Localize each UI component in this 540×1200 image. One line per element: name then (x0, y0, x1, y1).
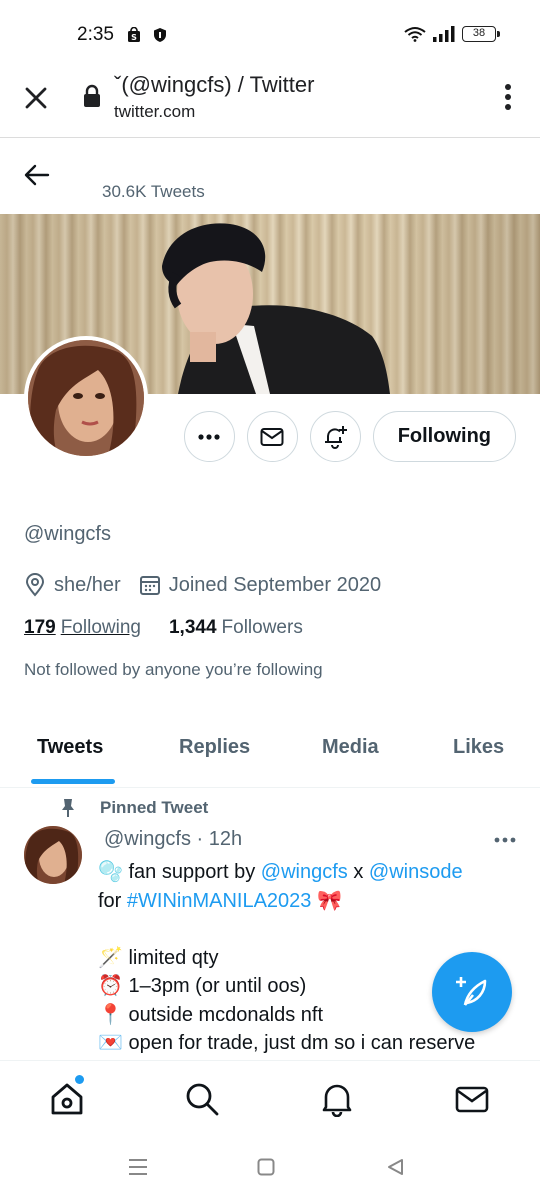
home-square-icon[interactable] (257, 1158, 275, 1176)
status-right: 38 (404, 26, 500, 42)
avatar-image (28, 340, 144, 456)
location-pin-icon (25, 573, 45, 597)
tab-likes[interactable]: Likes (453, 736, 504, 759)
tweet-count: 30.6K Tweets (102, 182, 205, 201)
tweet-more-icon[interactable] (494, 837, 516, 843)
pronouns: she/her (54, 573, 121, 596)
tab-media[interactable]: Media (322, 736, 379, 759)
signal-icon (433, 26, 455, 42)
tweet-text-segment: 🫧 fan support by (98, 861, 261, 883)
message-button[interactable] (246, 411, 298, 462)
following-link[interactable]: 179 Following (24, 617, 141, 639)
tweet-avatar-image (24, 826, 82, 884)
joined-date: Joined September 2020 (168, 573, 382, 596)
more-vertical-icon[interactable] (500, 82, 516, 112)
active-tab-indicator (31, 779, 115, 784)
following-button[interactable]: Following (372, 411, 516, 462)
hashtag-link[interactable]: #WINinMANILA2023 (127, 890, 312, 912)
shopping-bag-icon: S (128, 27, 140, 42)
tweet-author-avatar[interactable] (24, 826, 82, 884)
wifi-icon (404, 27, 426, 42)
pinned-indicator: Pinned Tweet (60, 798, 208, 818)
compose-feather-icon (456, 977, 487, 1006)
follow-stats: 179 Following 1,344 Followers (24, 617, 303, 639)
following-label: Following (60, 617, 141, 638)
followers-link[interactable]: 1,344 Followers (169, 617, 303, 639)
followers-label: Followers (221, 617, 303, 638)
home-icon[interactable] (49, 1081, 85, 1117)
envelope-icon (260, 427, 284, 446)
close-icon[interactable] (22, 84, 50, 112)
profile-meta: she/her Joined September 2020 (24, 573, 381, 597)
tab-tweets[interactable]: Tweets (37, 736, 103, 759)
back-triangle-icon[interactable] (386, 1158, 404, 1176)
pinned-label: Pinned Tweet (100, 798, 209, 817)
tab-replies[interactable]: Replies (179, 736, 250, 759)
recent-apps-icon[interactable] (128, 1158, 148, 1176)
tweet-text-segment: 🎀 (311, 889, 342, 912)
profile-actions: Following (183, 411, 516, 462)
notifications-icon[interactable] (319, 1081, 355, 1117)
mention-wingcfs[interactable]: @wingcfs (261, 861, 348, 883)
pin-icon (62, 799, 74, 817)
browser-toolbar: ˇ(@wingcfs) / Twitter twitter.com (0, 64, 540, 138)
svg-text:S: S (131, 33, 137, 42)
shield-icon (154, 28, 166, 42)
back-arrow-icon[interactable] (22, 160, 52, 190)
page-title: ˇ(@wingcfs) / Twitter (114, 72, 315, 97)
not-followed-notice: Not followed by anyone you’re following (24, 660, 323, 679)
bottom-navigation (0, 1060, 540, 1136)
tweet-text-segment: x (347, 861, 369, 883)
status-time: 2:35 (77, 24, 114, 45)
more-options-button[interactable] (183, 411, 235, 462)
lock-icon[interactable] (82, 84, 102, 108)
profile-handle: @wingcfs (24, 523, 111, 545)
messages-icon[interactable] (454, 1081, 490, 1117)
status-bar: 2:35 S 38 (0, 0, 540, 64)
more-horizontal-icon (198, 433, 220, 440)
page-url: twitter.com (114, 102, 196, 121)
tweet-header: @wingcfs · 12h (104, 828, 243, 850)
search-icon[interactable] (184, 1081, 220, 1117)
system-navigation-bar (0, 1140, 540, 1200)
calendar-icon (139, 576, 160, 595)
tweet-line: 💌 open for trade, just dm so i can reser… (98, 1032, 476, 1054)
battery-indicator: 38 (462, 26, 500, 42)
profile-tabs: Tweets Replies Media Likes (0, 722, 540, 788)
followers-count: 1,344 (168, 617, 217, 638)
notifications-button[interactable] (309, 411, 361, 462)
mention-winsode[interactable]: @winsode (369, 861, 463, 883)
tweet-text-segment: for (98, 889, 127, 912)
new-content-dot (75, 1075, 84, 1084)
bell-plus-icon (325, 425, 348, 449)
compose-tweet-button[interactable] (432, 952, 512, 1032)
following-count: 179 (24, 617, 56, 638)
profile-avatar[interactable] (24, 336, 148, 460)
